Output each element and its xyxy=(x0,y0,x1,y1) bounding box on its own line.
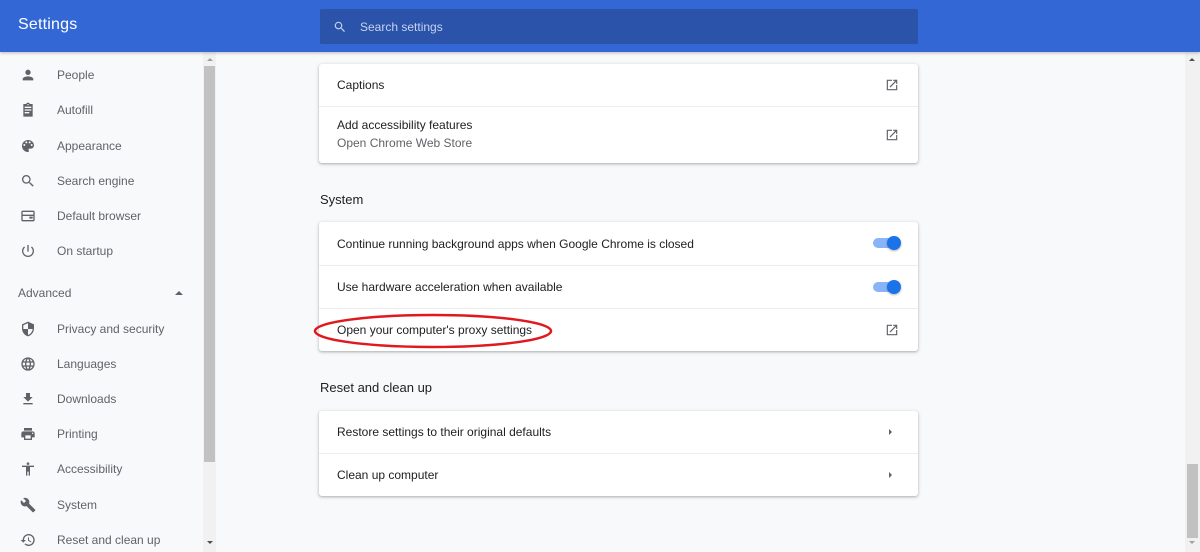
sidebar-item-label: People xyxy=(57,68,95,82)
row-sublabel: Open Chrome Web Store xyxy=(337,136,473,150)
background-apps-toggle[interactable] xyxy=(873,236,901,250)
sidebar-item-reset-and-clean-up[interactable]: Reset and clean up xyxy=(0,525,203,552)
sidebar-item-privacy-and-security[interactable]: Privacy and security xyxy=(0,314,203,344)
sidebar-item-system[interactable]: System xyxy=(0,490,203,520)
advanced-label: Advanced xyxy=(18,286,72,300)
chevron-right-icon xyxy=(889,429,892,435)
scroll-down-arrow-icon[interactable] xyxy=(1189,541,1195,544)
proxy-settings-row[interactable]: Open your computer's proxy settings xyxy=(319,308,918,351)
sidebar-item-label: Privacy and security xyxy=(57,322,165,336)
sidebar-item-label: Search engine xyxy=(57,174,135,188)
sidebar-item-label: Reset and clean up xyxy=(57,533,161,547)
row-label: Clean up computer xyxy=(337,468,439,482)
search-input[interactable] xyxy=(360,19,900,34)
sidebar-item-label: Printing xyxy=(57,427,98,441)
row-label: Add accessibility features xyxy=(337,118,473,132)
sidebar-item-search-engine[interactable]: Search engine xyxy=(0,166,203,196)
external-link-icon xyxy=(885,78,899,92)
shield-icon xyxy=(18,319,38,339)
external-link-icon xyxy=(885,323,899,337)
clean-up-computer-row[interactable]: Clean up computer xyxy=(319,453,918,496)
row-label: Captions xyxy=(337,78,385,92)
chevron-right-icon xyxy=(889,472,892,478)
search-icon xyxy=(18,171,38,191)
page-scrollbar-thumb[interactable] xyxy=(1187,464,1198,538)
sidebar-item-label: On startup xyxy=(57,244,114,258)
hardware-acceleration-row[interactable]: Use hardware acceleration when available xyxy=(319,265,918,308)
browser-icon xyxy=(18,206,38,226)
sidebar-item-label: Default browser xyxy=(57,209,142,223)
sidebar-item-on-startup[interactable]: On startup xyxy=(0,236,203,266)
person-icon xyxy=(18,65,38,85)
accessibility-icon xyxy=(18,459,38,479)
accessibility-card: Captions Add accessibility features Open… xyxy=(319,64,918,163)
header-bar: Settings xyxy=(0,0,1200,52)
section-title-reset: Reset and clean up xyxy=(320,380,433,395)
palette-icon xyxy=(18,136,38,156)
sidebar-item-default-browser[interactable]: Default browser xyxy=(0,201,203,231)
sidebar: People Autofill Appearance Search engine… xyxy=(0,52,203,552)
sidebar-item-label: Autofill xyxy=(57,103,94,117)
row-label: Open your computer's proxy settings xyxy=(337,323,533,337)
sidebar-item-label: Appearance xyxy=(57,139,122,153)
history-icon xyxy=(18,530,38,550)
row-label: Use hardware acceleration when available xyxy=(337,280,563,294)
sidebar-item-autofill[interactable]: Autofill xyxy=(0,95,203,125)
wrench-icon xyxy=(18,495,38,515)
external-link-icon xyxy=(885,128,899,142)
sidebar-item-languages[interactable]: Languages xyxy=(0,349,203,379)
sidebar-item-printing[interactable]: Printing xyxy=(0,419,203,449)
power-icon xyxy=(18,241,38,261)
section-title-system: System xyxy=(320,192,364,207)
page-scrollbar[interactable] xyxy=(1185,52,1200,552)
sidebar-item-label: Languages xyxy=(57,357,117,371)
toggle-knob xyxy=(887,236,901,250)
sidebar-scrollbar[interactable] xyxy=(203,52,216,552)
search-icon xyxy=(332,19,348,35)
clipboard-icon xyxy=(18,100,38,120)
captions-row[interactable]: Captions xyxy=(319,64,918,106)
chevron-up-icon xyxy=(175,291,183,295)
scroll-down-arrow-icon[interactable] xyxy=(207,541,213,544)
sidebar-item-appearance[interactable]: Appearance xyxy=(0,131,203,161)
sidebar-item-label: Accessibility xyxy=(57,462,123,476)
sidebar-scrollbar-thumb[interactable] xyxy=(204,66,215,462)
system-card: Continue running background apps when Go… xyxy=(319,222,918,351)
scroll-up-arrow-icon[interactable] xyxy=(1189,58,1195,61)
advanced-section-toggle[interactable]: Advanced xyxy=(0,278,203,308)
app-title: Settings xyxy=(18,16,78,33)
sidebar-item-people[interactable]: People xyxy=(0,60,203,90)
sidebar-item-accessibility[interactable]: Accessibility xyxy=(0,454,203,484)
download-icon xyxy=(18,389,38,409)
background-apps-row[interactable]: Continue running background apps when Go… xyxy=(319,222,918,265)
printer-icon xyxy=(18,424,38,444)
main-content: Captions Add accessibility features Open… xyxy=(216,52,1185,552)
sidebar-item-label: Downloads xyxy=(57,392,117,406)
sidebar-item-label: System xyxy=(57,498,98,512)
scroll-up-arrow-icon[interactable] xyxy=(207,58,213,61)
restore-defaults-row[interactable]: Restore settings to their original defau… xyxy=(319,411,918,453)
sidebar-item-downloads[interactable]: Downloads xyxy=(0,384,203,414)
row-label: Continue running background apps when Go… xyxy=(337,237,694,251)
globe-icon xyxy=(18,354,38,374)
add-accessibility-features-row[interactable]: Add accessibility features Open Chrome W… xyxy=(319,106,918,163)
row-label: Restore settings to their original defau… xyxy=(337,425,552,439)
hardware-acceleration-toggle[interactable] xyxy=(873,280,901,294)
reset-card: Restore settings to their original defau… xyxy=(319,411,918,496)
search-box[interactable] xyxy=(320,9,918,44)
toggle-knob xyxy=(887,280,901,294)
